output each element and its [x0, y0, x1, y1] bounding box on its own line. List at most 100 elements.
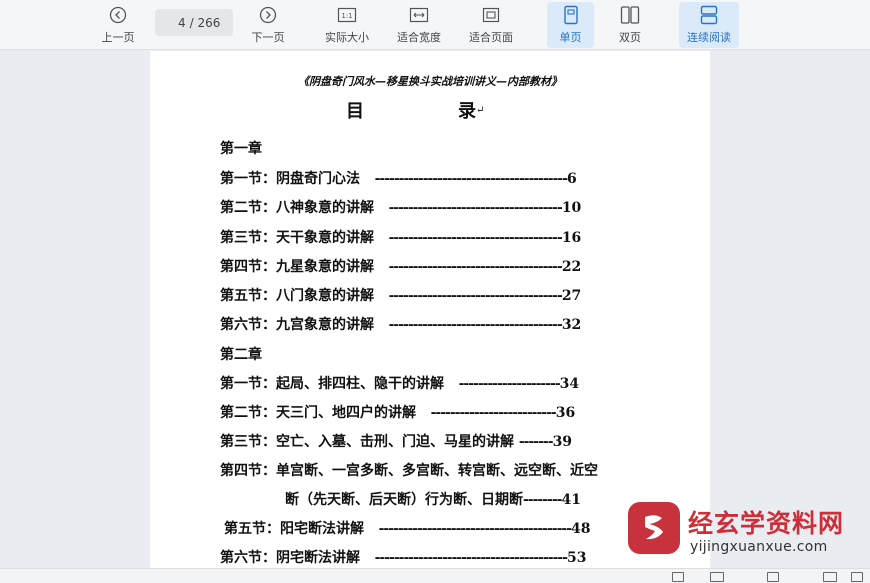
toc-line-page: 53 [567, 550, 587, 566]
toc-line-continuation[interactable]: 断（先天断、后天断）行为断、日期断--------41 [285, 489, 581, 509]
toc-line[interactable]: 第三节：天干象意的讲解 ----------------------------… [220, 227, 581, 247]
toc-line-dots: ------------------------------------ [388, 200, 563, 216]
toc-line-page: 16 [561, 230, 582, 246]
actual-size-label: 实际大小 [325, 31, 369, 44]
arrow-right-circle-icon [257, 4, 279, 26]
toc-line[interactable]: 第二节：八神象意的讲解 ----------------------------… [220, 197, 581, 217]
toc-title-char-1: 目 [346, 101, 366, 122]
toc-line-label: 第一章 [220, 141, 262, 157]
toc-line-page: 32 [561, 317, 582, 333]
toc-line-page: 6 [567, 171, 577, 187]
toc-line-page: 22 [561, 259, 582, 275]
actual-size-icon: 1:1 [336, 4, 358, 26]
scroll-view-icon[interactable] [767, 572, 779, 582]
toc-line-label: 第四节：九星象意的讲解 [220, 259, 374, 275]
double-view-icon[interactable] [710, 572, 724, 582]
document-viewer[interactable]: 《阴盘奇门风水—移星换斗实战培训讲义—内部教材》 目 录 ↵ 第一章 第一节：阴… [0, 51, 870, 568]
toc-line-label: 第五节：阳宅断法讲解 [224, 521, 364, 537]
watermark-title: 经玄学资料网 [688, 509, 845, 538]
toc-line[interactable]: 第一节：阴盘奇门心法 -----------------------------… [220, 168, 577, 188]
toc-line[interactable]: 第五节：阳宅断法讲解 -----------------------------… [224, 518, 591, 538]
next-page-button[interactable]: 下一页 [246, 2, 290, 48]
toc-line-label: 第二节：八神象意的讲解 [220, 200, 374, 216]
toc-line-dots: ------------------------------------ [388, 230, 563, 246]
toc-line-dots: ------- [518, 434, 554, 450]
toc-line-label: 第三节：天干象意的讲解 [220, 230, 374, 246]
single-page-icon [560, 4, 582, 26]
toc-line[interactable]: 第二节：天三门、地四户的讲解 -------------------------… [220, 402, 575, 422]
fit-page-icon [480, 4, 502, 26]
toc-line-page: 10 [561, 200, 582, 216]
toc-line-label: 第六节：九宫象意的讲解 [220, 317, 374, 333]
fit-page-button[interactable]: 适合页面 [463, 2, 519, 48]
continuous-read-label: 连续阅读 [687, 31, 731, 44]
page-view-icon[interactable] [672, 572, 684, 582]
toc-line-dots: ---------------------------------------- [374, 171, 568, 187]
svg-text:1:1: 1:1 [341, 12, 352, 20]
paragraph-mark-icon: ↵ [476, 105, 487, 116]
toc-line-label: 第五节：八门象意的讲解 [220, 288, 374, 304]
document-header: 《阴盘奇门风水—移星换斗实战培训讲义—内部教材》 [298, 75, 562, 88]
toc-line-dots: -------- [523, 492, 562, 508]
toc-line[interactable]: 第二章 [220, 344, 262, 364]
toc-line[interactable]: 第四节：单宫断、一宫多断、多宫断、转宫断、远空断、近空 [220, 460, 598, 480]
toc-line-label: 第一节：起局、排四柱、隐干的讲解 [220, 376, 444, 392]
toc-line-label: 第一节：阴盘奇门心法 [220, 171, 360, 187]
watermark-logo-icon [628, 502, 680, 554]
toc-line[interactable]: 第六节：九宫象意的讲解 ----------------------------… [220, 314, 581, 334]
single-page-button[interactable]: 单页 [547, 2, 594, 48]
double-page-icon [619, 4, 641, 26]
toc-line-dots: ------------------------------------ [388, 317, 563, 333]
continuous-read-icon [698, 4, 720, 26]
toc-line[interactable]: 第一章 [220, 138, 262, 158]
watermark: 经玄学资料网 yijingxuanxue.com [628, 498, 868, 562]
toc-line-page: 41 [561, 492, 581, 508]
double-page-button[interactable]: 双页 [608, 2, 652, 48]
arrow-left-circle-icon [107, 4, 129, 26]
next-page-label: 下一页 [251, 31, 285, 44]
toc-line[interactable]: 第四节：九星象意的讲解 ----------------------------… [220, 256, 581, 276]
toc-line-page: 48 [571, 521, 591, 537]
toc-line-page: 36 [555, 405, 576, 421]
fit-view-icon[interactable] [823, 572, 837, 582]
toc-title: 目 录 ↵ [346, 97, 484, 123]
toc-line-dots: ------------------------------------ [388, 259, 563, 275]
single-page-label: 单页 [559, 31, 582, 44]
fit-width-button[interactable]: 适合宽度 [391, 2, 447, 48]
toc-line-label: 第二节：天三门、地四户的讲解 [220, 405, 416, 421]
page-current-input[interactable]: 4 [168, 16, 186, 30]
continuous-read-button[interactable]: 连续阅读 [679, 2, 739, 48]
toc-line-page: 39 [552, 434, 573, 450]
fit-width-label: 适合宽度 [397, 31, 441, 44]
toc-line-dots: ---------------------------------------- [378, 521, 572, 537]
toc-line-dots: ------------------------------------ [388, 288, 563, 304]
page-number-box[interactable]: 4 / 266 [155, 9, 233, 36]
document-page: 《阴盘奇门风水—移星换斗实战培训讲义—内部教材》 目 录 ↵ 第一章 第一节：阴… [150, 51, 710, 568]
toc-line[interactable]: 第六节：阴宅断法讲解 -----------------------------… [220, 547, 587, 567]
toc-title-char-2: 录 [458, 101, 478, 122]
toc-line[interactable]: 第三节：空亡、入墓、击刑、门迫、马星的讲解 -------39 [220, 431, 572, 451]
toc-line-page: 34 [559, 376, 580, 392]
prev-page-label: 上一页 [101, 31, 135, 44]
fit-width-icon [408, 4, 430, 26]
page-total: / 266 [189, 15, 221, 30]
toc-line-dots: -------------------------- [430, 405, 557, 421]
toc-line-label: 第六节：阴宅断法讲解 [220, 550, 360, 566]
actual-size-button[interactable]: 1:1 实际大小 [319, 2, 375, 48]
watermark-url: yijingxuanxue.com [690, 539, 828, 555]
toc-line-label: 断（先天断、后天断）行为断、日期断 [285, 492, 523, 508]
toolbar: 上一页 4 / 266 下一页 1:1 实际大小 适合宽度 适合页面 单页 双页… [0, 0, 870, 50]
toc-line-page: 27 [561, 288, 582, 304]
toc-line-label: 第二章 [220, 347, 262, 363]
toc-line-dots: ---------------------------------------- [374, 550, 568, 566]
status-bar [0, 568, 870, 583]
double-page-label: 双页 [619, 31, 641, 44]
toc-line-label: 第四节：单宫断、一宫多断、多宫断、转宫断、远空断、近空 [220, 463, 598, 479]
toc-line-label: 第三节：空亡、入墓、击刑、门迫、马星的讲解 [220, 434, 514, 450]
prev-page-button[interactable]: 上一页 [96, 2, 140, 48]
fit-page-label: 适合页面 [469, 31, 513, 44]
fullscreen-icon[interactable] [851, 572, 863, 582]
toc-line-dots: --------------------- [458, 376, 561, 392]
toc-line[interactable]: 第五节：八门象意的讲解 ----------------------------… [220, 285, 581, 305]
toc-line[interactable]: 第一节：起局、排四柱、隐干的讲解 ---------------------34 [220, 373, 579, 393]
